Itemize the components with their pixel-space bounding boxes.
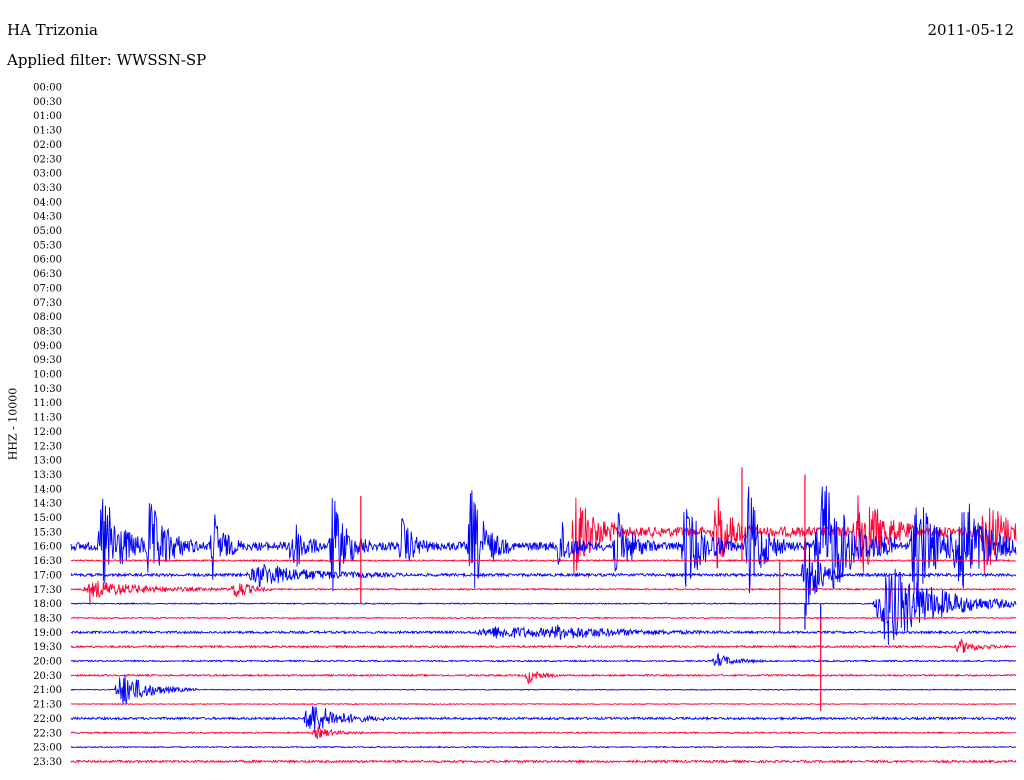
- trace-2230: [70, 726, 1017, 740]
- time-tick-label: 10:30: [33, 384, 62, 395]
- trace-2200: [70, 706, 1017, 731]
- time-tick-label: 09:00: [33, 341, 62, 352]
- time-tick-label: 01:00: [33, 111, 62, 122]
- time-tick-label: 14:00: [33, 484, 62, 495]
- time-tick-label: 17:00: [33, 570, 62, 581]
- trace-2300: [70, 745, 1017, 749]
- trace-2330: [70, 758, 1017, 765]
- time-tick-label: 07:30: [33, 298, 62, 309]
- trace-2100: [70, 674, 1017, 705]
- seismic-traces: [70, 467, 1017, 765]
- time-tick-label: 08:00: [33, 312, 62, 323]
- trace-2000: [70, 652, 1017, 667]
- time-tick-label: 20:30: [33, 671, 62, 682]
- time-tick-label: 16:00: [33, 542, 62, 553]
- time-tick-label: 06:00: [33, 255, 62, 266]
- time-tick-label: 15:00: [33, 513, 62, 524]
- time-tick-label: 05:30: [33, 240, 62, 251]
- trace-1630: [70, 558, 1017, 563]
- trace-2130: [70, 702, 1017, 706]
- time-tick-label: 16:30: [33, 556, 62, 567]
- time-tick-label: 22:00: [33, 714, 62, 725]
- time-tick-label: 10:00: [33, 370, 62, 381]
- trace-1600: [70, 485, 1017, 602]
- time-tick-label: 05:00: [33, 226, 62, 237]
- trace-1530: [571, 495, 1017, 575]
- time-tick-label: 07:00: [33, 283, 62, 294]
- time-tick-label: 03:30: [33, 183, 62, 194]
- time-tick-label: 01:30: [33, 126, 62, 137]
- time-tick-label: 13:00: [33, 456, 62, 467]
- time-tick-label: 06:30: [33, 269, 62, 280]
- time-tick-label: 00:00: [33, 83, 62, 94]
- time-tick-label: 09:30: [33, 355, 62, 366]
- time-tick-label: 04:30: [33, 212, 62, 223]
- time-tick-label: 08:30: [33, 326, 62, 337]
- trace-2030: [70, 670, 1017, 684]
- trace-1830: [71, 616, 1017, 620]
- time-tick-label: 02:30: [33, 154, 62, 165]
- time-tick-label: 23:00: [33, 743, 62, 754]
- time-tick-label: 15:30: [33, 527, 62, 538]
- time-tick-label: 03:00: [33, 169, 62, 180]
- helicorder-plot: 00:00 00:30 01:00 01:30 02:00 02:30 03:00 03:30…: [33, 83, 1017, 768]
- time-tick-label: 23:30: [33, 757, 62, 768]
- time-axis-labels: 00:00 00:30 01:00 01:30 02:00 02:30 03:00 03:30…: [33, 83, 62, 768]
- time-tick-label: 12:30: [33, 441, 62, 452]
- time-tick-label: 02:00: [33, 140, 62, 151]
- time-tick-label: 18:00: [33, 599, 62, 610]
- time-tick-label: 19:30: [33, 642, 62, 653]
- time-tick-label: 11:30: [33, 413, 62, 424]
- time-tick-label: 20:00: [33, 657, 62, 668]
- time-tick-label: 17:30: [33, 585, 62, 596]
- time-tick-label: 13:30: [33, 470, 62, 481]
- time-tick-label: 04:00: [33, 197, 62, 208]
- time-tick-label: 12:00: [33, 427, 62, 438]
- time-tick-label: 22:30: [33, 728, 62, 739]
- time-tick-label: 00:30: [33, 97, 62, 108]
- time-tick-label: 14:30: [33, 499, 62, 510]
- time-tick-label: 21:30: [33, 700, 62, 711]
- trace-1930: [70, 637, 1017, 654]
- time-tick-label: 21:00: [33, 685, 62, 696]
- trace-1900: [70, 624, 1017, 640]
- time-tick-label: 11:00: [33, 398, 62, 409]
- trace-1730: [70, 581, 1017, 598]
- time-tick-label: 19:00: [33, 628, 62, 639]
- time-tick-label: 18:30: [33, 613, 62, 624]
